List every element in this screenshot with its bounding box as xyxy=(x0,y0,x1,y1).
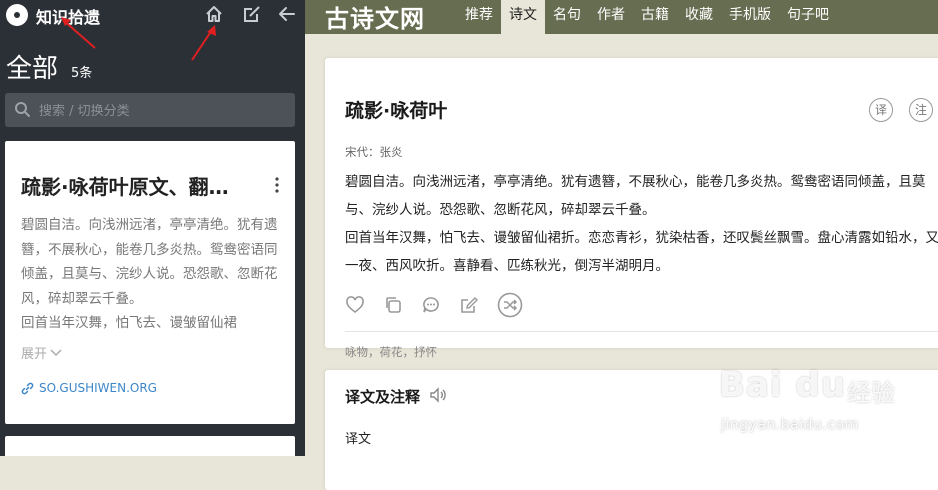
shuffle-icon[interactable] xyxy=(497,292,523,318)
app-logo-icon[interactable] xyxy=(6,4,28,26)
note-card[interactable]: 疏影·咏荷叶原文、翻… 碧圆自洁。向浅洲远渚，亭亭清绝。犹有遗簪，不展秋心，能卷… xyxy=(5,141,295,424)
copy-icon[interactable] xyxy=(383,295,403,315)
annotate-button[interactable]: 注 xyxy=(909,98,933,122)
speaker-icon[interactable] xyxy=(429,387,447,403)
poem-line: 回首当年汉舞，怕飞去、谩皱留仙裙折。恋恋青衫，犹染枯香，还叹鬓丝飘雪。盘心清露如… xyxy=(345,230,938,246)
poem-card: 疏影·咏荷叶 译 注 宋代：张炎 碧圆自洁。向浅洲远渚，亭亭清绝。犹有遗簪，不展… xyxy=(325,58,938,359)
note-card-title[interactable]: 疏影·咏荷叶原文、翻… xyxy=(21,171,257,200)
more-options-icon[interactable] xyxy=(271,175,283,195)
excerpt-line: 回首当年汉舞，怕飞去、谩皱留仙裙 xyxy=(21,315,237,331)
source-link[interactable]: SO.GUSHIWEN.ORG xyxy=(21,381,157,395)
translate-button[interactable]: 译 xyxy=(869,98,893,122)
translation-subheading: 译文 xyxy=(345,432,372,447)
sidebar: 知识拾遗 全部 5条 疏影·咏荷叶原文、翻… 碧圆自洁。向浅洲远渚，亭亭清绝。犹… xyxy=(0,0,305,456)
poem-line: 与、浣纱人说。恐怨歌、忽断花风，碎却翠云千叠。 xyxy=(345,202,656,218)
top-navigation: 古诗文网 推荐 诗文 名句 作者 古籍 收藏 手机版 句子吧 xyxy=(305,0,938,34)
search-input[interactable] xyxy=(37,99,291,123)
divider xyxy=(345,331,938,332)
main-content: 疏影·咏荷叶 译 注 宋代：张炎 碧圆自洁。向浅洲远渚，亭亭清绝。犹有遗簪，不展… xyxy=(305,34,938,490)
poem-title: 疏影·咏荷叶 xyxy=(345,100,448,122)
nav-menu: 推荐 诗文 名句 作者 古籍 收藏 手机版 句子吧 xyxy=(457,0,837,34)
poem-source: 宋代：张炎 xyxy=(345,145,403,159)
expand-label: 展开 xyxy=(21,347,48,362)
excerpt-line: 碧圆自洁。向浅洲远渚，亭亭清绝。犹有遗簪，不展秋心，能卷几多炎热。鸳鸯密语同倾盖… xyxy=(21,217,278,307)
heart-icon[interactable] xyxy=(345,295,365,315)
site-logo[interactable]: 古诗文网 xyxy=(325,0,425,34)
nav-item-poems[interactable]: 诗文 xyxy=(501,0,545,34)
source-link-text: SO.GUSHIWEN.ORG xyxy=(39,381,157,395)
nav-item-sentences[interactable]: 句子吧 xyxy=(779,0,837,34)
note-card-excerpt: 碧圆自洁。向浅洲远渚，亭亭清绝。犹有遗簪，不展秋心，能卷几多炎热。鸳鸯密语同倾盖… xyxy=(21,213,281,336)
item-count: 5条 xyxy=(71,66,93,81)
edit-icon[interactable] xyxy=(242,4,262,24)
nav-item-classics[interactable]: 古籍 xyxy=(633,0,677,34)
translation-title: 译文及注释 xyxy=(345,388,421,406)
back-arrow-icon[interactable] xyxy=(277,4,297,24)
poem-tags[interactable]: 咏物，荷花，抒怀 xyxy=(345,344,437,360)
search-box[interactable] xyxy=(5,93,295,127)
nav-item-authors[interactable]: 作者 xyxy=(589,0,633,34)
poem-toolbar xyxy=(345,292,541,318)
app-title: 知识拾遗 xyxy=(36,8,101,27)
sidebar-header: 知识拾遗 xyxy=(0,0,305,30)
chevron-down-icon xyxy=(50,348,62,356)
note-card[interactable] xyxy=(5,436,295,456)
link-icon xyxy=(21,382,34,394)
poem-text: 碧圆自洁。向浅洲远渚，亭亭清绝。犹有遗簪，不展秋心，能卷几多炎热。鸳鸯密语同倾盖… xyxy=(345,168,938,280)
home-icon[interactable] xyxy=(204,4,224,24)
search-icon xyxy=(14,101,31,118)
poem-line: 一夜、西风吹折。喜静看、匹练秋光，倒泻半湖明月。 xyxy=(345,258,669,274)
nav-item-mobile[interactable]: 手机版 xyxy=(721,0,779,34)
edit-icon[interactable] xyxy=(459,295,479,315)
comment-icon[interactable] xyxy=(421,295,441,315)
category-heading: 全部 xyxy=(6,54,59,84)
nav-item-recommend[interactable]: 推荐 xyxy=(457,0,501,34)
translation-card: 译文及注释 译文 xyxy=(325,370,938,490)
nav-item-famous-lines[interactable]: 名句 xyxy=(545,0,589,34)
nav-item-favorites[interactable]: 收藏 xyxy=(677,0,721,34)
poem-line: 碧圆自洁。向浅洲远渚，亭亭清绝。犹有遗簪，不展秋心，能卷几多炎热。鸳鸯密语同倾盖… xyxy=(345,174,926,190)
expand-button[interactable]: 展开 xyxy=(21,343,63,362)
